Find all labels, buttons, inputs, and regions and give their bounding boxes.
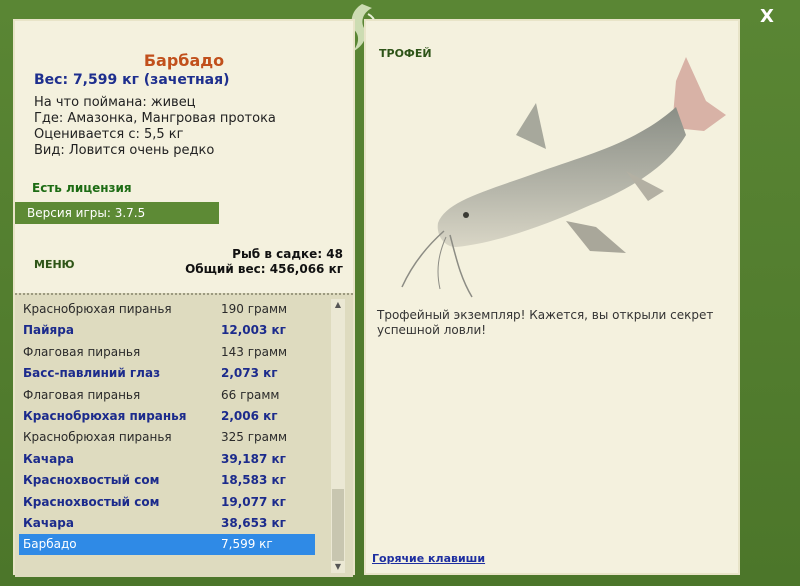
- list-item-name: Краснохвостый сом: [23, 473, 160, 488]
- license-status: Есть лицензия: [32, 181, 132, 195]
- list-item-weight: 143 грамм: [221, 344, 288, 359]
- list-item[interactable]: Флаговая пиранья 143 грамм: [19, 342, 315, 363]
- list-item[interactable]: Краснохвостый сом 18,583 кг: [19, 470, 315, 491]
- list-item-name: Краснобрюхая пиранья: [23, 302, 172, 316]
- list-item[interactable]: Краснобрюхая пиранья 190 грамм: [19, 299, 315, 320]
- list-item-name: Краснобрюхая пиранья: [23, 430, 172, 445]
- bait-info: На что поймана: живец: [34, 95, 196, 110]
- list-item-name: Краснохвостый сом: [23, 494, 160, 509]
- list-item-weight: 66 грамм: [221, 387, 280, 402]
- list-item[interactable]: Басс-павлиний глаз 2,073 кг: [19, 363, 315, 384]
- trophy-description: Трофейный экземпляр! Кажется, вы открыли…: [377, 308, 714, 337]
- version-bar: Версия игры: 3.7.5: [15, 202, 219, 224]
- fish-image: [401, 57, 726, 298]
- list-item-weight: 190 грамм: [221, 302, 288, 316]
- value-info: Оценивается с: 5,5 кг: [34, 127, 184, 142]
- list-item-weight: 18,583 кг: [221, 473, 286, 488]
- scroll-thumb[interactable]: [332, 489, 344, 561]
- list-item-name: Пайяра: [23, 323, 74, 338]
- list-item-weight: 325 грамм: [221, 430, 288, 445]
- scrollbar[interactable]: ▲ ▼: [331, 299, 345, 573]
- close-button[interactable]: X: [756, 6, 778, 28]
- list-item[interactable]: Краснобрюхая пиранья 2,006 кг: [19, 406, 315, 427]
- fish-weight: Вес: 7,599 кг (зачетная): [34, 72, 230, 88]
- list-item-name: Барбадо: [23, 537, 77, 552]
- list-item-weight: 2,073 кг: [221, 366, 278, 381]
- catch-list: Барбадо 7,599 кг Качара 38,653 кг Краснохвос…: [15, 293, 353, 577]
- hotkeys-link[interactable]: Горячие клавиши: [372, 552, 485, 565]
- list-item-name: Флаговая пиранья: [23, 387, 141, 402]
- menu-button[interactable]: МЕНЮ: [34, 258, 75, 271]
- fish-info-panel: Барбадо Вес: 7,599 кг (зачетная) На что …: [13, 19, 355, 577]
- list-item-name: Краснобрюхая пиранья: [23, 409, 187, 423]
- list-item[interactable]: Качара 39,187 кг: [19, 449, 315, 470]
- list-item[interactable]: Барбадо 7,599 кг: [19, 534, 315, 556]
- list-item-weight: 19,077 кг: [221, 494, 286, 509]
- location-info: Где: Амазонка, Мангровая протока: [34, 111, 276, 126]
- list-item-weight: 12,003 кг: [221, 323, 286, 338]
- list-item-weight: 38,653 кг: [221, 516, 286, 530]
- list-item-name: Качара: [23, 516, 74, 530]
- trophy-panel: ТРОФЕЙ Трофейный экземпляр! Кажется, вы …: [364, 19, 740, 575]
- list-item-name: Качара: [23, 451, 74, 466]
- fish-name: Барбадо: [143, 51, 225, 70]
- list-item-weight: 2,006 кг: [221, 409, 278, 423]
- list-item[interactable]: Краснобрюхая пиранья 325 грамм: [19, 427, 315, 448]
- list-item-weight: 39,187 кг: [221, 451, 286, 466]
- list-item[interactable]: Флаговая пиранья 66 грамм: [19, 385, 315, 406]
- scroll-up-icon[interactable]: ▲: [331, 299, 345, 311]
- list-item[interactable]: Пайяра 12,003 кг: [19, 320, 315, 341]
- list-item[interactable]: Краснохвостый сом 19,077 кг: [19, 492, 315, 513]
- scroll-down-icon[interactable]: ▼: [331, 561, 345, 573]
- list-item-name: Флаговая пиранья: [23, 344, 141, 359]
- keepnet-count: Рыб в садке: 48: [232, 247, 343, 261]
- list-item[interactable]: Качара 38,653 кг: [19, 513, 315, 534]
- list-item-weight: 7,599 кг: [221, 537, 273, 552]
- list-item-name: Басс-павлиний глаз: [23, 366, 161, 381]
- total-weight: Общий вес: 456,066 кг: [185, 262, 343, 276]
- kind-info: Вид: Ловится очень редко: [34, 143, 215, 158]
